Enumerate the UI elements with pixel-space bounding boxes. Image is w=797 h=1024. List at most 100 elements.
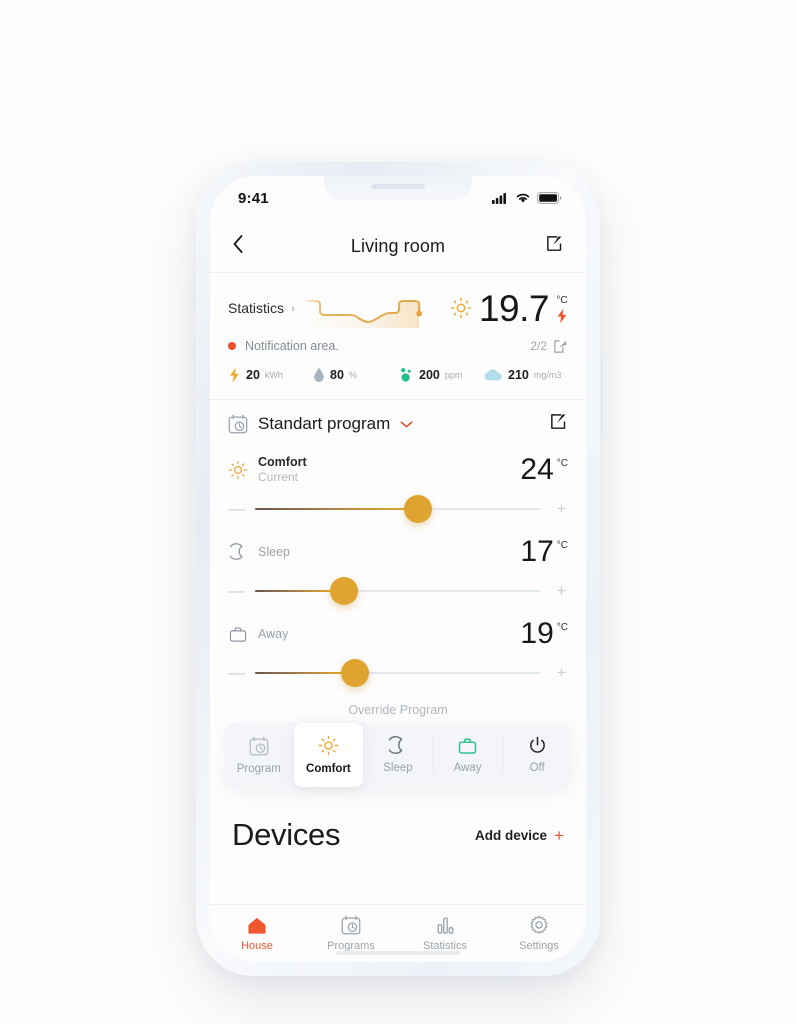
metrics-row: 20 kWh 80 % 200 ppm 210 mg/m3 [228,361,568,389]
edit-pencil-icon [551,414,566,429]
mode-row-away: Away 19 °C [228,612,568,652]
slider-comfort[interactable]: — + [228,488,568,530]
mode-sleep-icon-wrap [228,543,248,561]
metric-humidity-unit: % [348,370,357,380]
lightning-bolt-icon [230,367,239,383]
notification-count: 2/2 [530,339,547,353]
sleep-slider-thumb[interactable] [329,577,358,605]
add-device-label: Add device [475,827,548,843]
mode-row-sleep: Sleep 17 °C [228,530,568,570]
notification-status-dot [228,342,236,350]
segment-away-label: Away [453,761,482,774]
metric-energy: 20 kWh [228,367,313,383]
tab-statistics-label: Statistics [422,939,467,952]
metric-humidity: 80 % [313,367,398,383]
statistics-card: Statistics › 19.7 °C Notification area. … [210,273,586,399]
phone-frame: 9:41 Living room Statistics › 19.7 °C No… [196,162,600,976]
override-program-label: Override Program [348,703,448,717]
program-card: Standart program Comfort Current 24 °C —… [210,400,586,723]
edit-room-button[interactable] [545,234,564,258]
cellular-signal-icon [492,193,506,204]
away-slider-track[interactable] [255,659,541,687]
mode-row-comfort: Comfort Current 24 °C [228,448,568,488]
temperature-unit: °C [556,294,568,306]
away-increase-button[interactable]: + [555,663,568,683]
comfort-slider-thumb[interactable] [404,495,433,523]
segment-sleep[interactable]: Sleep [363,723,433,787]
slider-away[interactable]: — + [228,652,568,694]
metric-co2: 200 ppm [398,367,483,383]
tab-house[interactable]: House [210,916,304,952]
notification-row[interactable]: Notification area. 2/2 [228,333,568,359]
external-link-icon[interactable] [553,339,568,354]
away-slider-fill [255,672,356,674]
statistics-link-label[interactable]: Statistics [228,300,284,316]
mode-away-temp: 19 [520,617,554,650]
screenshot-canvas: 9:41 Living room Statistics › 19.7 °C No… [0,0,797,1024]
tab-settings-label: Settings [519,940,559,952]
calendar-clock-icon [249,736,269,755]
current-temperature-block: 19.7 °C [450,290,568,327]
page-title: Living room [350,235,446,256]
mode-away-name: Away [258,627,289,641]
mode-away-temp-block: 19 °C [520,619,568,649]
tab-statistics[interactable]: Statistics [398,916,492,952]
notification-right-group: 2/2 [530,339,568,354]
home-indicator [336,951,460,955]
metric-particles: 210 mg/m3 [483,368,568,382]
program-name[interactable]: Standart program [258,414,390,434]
mode-comfort-labels: Comfort Current [258,455,307,486]
lightning-bolt-icon [557,308,567,323]
phone-bezel: 9:41 Living room Statistics › 19.7 °C No… [210,176,586,962]
devices-section-header: Devices Add device + [210,787,586,861]
sleep-increase-button[interactable]: + [555,581,568,601]
co2-dots-icon [401,368,411,382]
segment-off[interactable]: Off [502,723,572,787]
comfort-slider-track[interactable] [255,495,541,523]
metric-energy-value: 20 [246,368,260,382]
mode-sleep-labels: Sleep [258,545,290,559]
chevron-down-icon[interactable] [400,420,413,429]
mode-comfort-icon-wrap [228,460,248,480]
tab-settings[interactable]: Settings [492,915,586,952]
segment-sleep-label: Sleep [383,762,413,774]
comfort-slider-fill [255,508,419,510]
back-button[interactable] [232,234,258,258]
plus-icon: + [554,825,564,845]
segment-away[interactable]: Away [432,723,503,787]
edit-program-button[interactable] [549,412,568,436]
app-screen: 9:41 Living room Statistics › 19.7 °C No… [210,176,586,962]
tab-house-label: House [241,939,273,952]
cloud-icon [484,369,502,381]
mode-sleep-temp-block: 17 °C [520,537,568,567]
metric-particles-unit: mg/m3 [533,370,562,380]
comfort-decrease-button[interactable]: — [228,499,245,519]
statistics-sparkline[interactable] [301,288,444,328]
sleep-decrease-button[interactable]: — [228,581,245,601]
calendar-clock-icon [341,915,361,935]
mode-sleep-name: Sleep [258,545,290,559]
phone-notch [324,176,472,201]
slider-sleep[interactable]: — + [228,570,568,612]
earpiece-speaker [371,184,425,189]
battery-icon [537,192,562,204]
segment-off-label: Off [529,762,545,774]
sleep-slider-track[interactable] [255,577,541,605]
mode-sleep-temp: 17 [520,535,554,568]
add-device-button[interactable]: Add device + [475,827,564,844]
metric-co2-value: 200 [419,368,440,382]
edit-pencil-icon [547,236,562,251]
metric-particles-value: 210 [508,368,529,382]
away-slider-thumb[interactable] [341,659,370,687]
briefcase-icon [458,737,477,754]
away-decrease-button[interactable]: — [228,663,245,683]
temperature-unit-block: °C [556,293,568,324]
comfort-increase-button[interactable]: + [555,499,568,519]
mode-sleep-unit: °C [556,540,568,551]
wifi-icon [516,193,530,203]
metric-co2-unit: ppm [444,370,463,380]
segment-comfort[interactable]: Comfort [293,723,364,787]
segment-program[interactable]: Program [224,723,294,787]
tab-programs[interactable]: Programs [304,915,398,952]
mode-comfort-unit: °C [556,458,568,469]
